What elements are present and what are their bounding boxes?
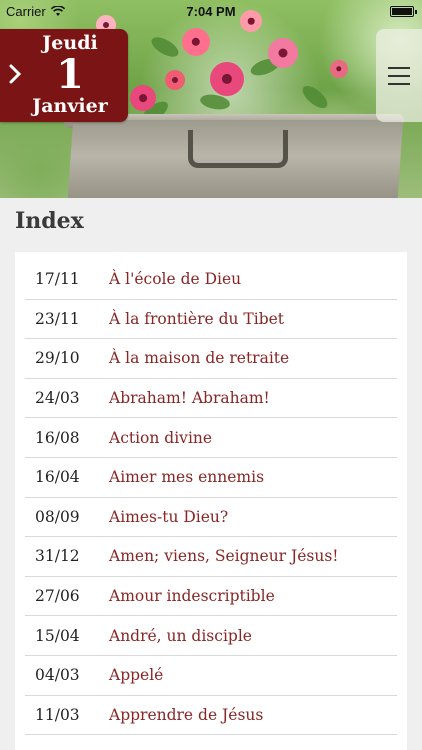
index-row-date: 27/06 bbox=[35, 587, 80, 606]
index-row-title[interactable]: Amen; viens, Seigneur Jésus! bbox=[109, 547, 339, 565]
index-row-date: 24/03 bbox=[35, 389, 80, 408]
index-row[interactable]: 08/09 Aimes-tu Dieu? bbox=[25, 498, 397, 538]
index-row[interactable]: 11/03 Apprendre de Jésus bbox=[25, 696, 397, 736]
index-row-title[interactable]: Action divine bbox=[109, 429, 212, 447]
index-row-date: 31/12 bbox=[35, 547, 80, 566]
index-row-title[interactable]: Abraham! Abraham! bbox=[109, 389, 270, 407]
index-list: 17/11 À l'école de Dieu 23/11 À la frontièr… bbox=[15, 252, 407, 736]
index-row-title[interactable]: Aimer mes ennemis bbox=[109, 468, 264, 486]
carrier-label: Carrier bbox=[6, 3, 46, 19]
menu-button[interactable] bbox=[376, 29, 422, 122]
index-row-date: 08/09 bbox=[35, 507, 80, 526]
index-row-title[interactable]: À la maison de retraite bbox=[109, 349, 289, 367]
index-row[interactable]: 23/11 À la frontière du Tibet bbox=[25, 300, 397, 340]
date-badge[interactable]: Jeudi 1 Janvier bbox=[0, 29, 128, 122]
index-row[interactable]: 29/10 À la maison de retraite bbox=[25, 339, 397, 379]
page-title: Index bbox=[15, 208, 84, 234]
index-row-date: 04/03 bbox=[35, 666, 80, 685]
index-row[interactable]: 17/11 À l'école de Dieu bbox=[25, 260, 397, 300]
index-row-date: 17/11 bbox=[35, 270, 80, 289]
index-row[interactable]: 27/06 Amour indescriptible bbox=[25, 577, 397, 617]
wifi-icon bbox=[50, 5, 65, 16]
index-row[interactable]: 24/03 Abraham! Abraham! bbox=[25, 379, 397, 419]
date-month: Janvier bbox=[32, 95, 108, 117]
index-row[interactable]: 04/03 Appelé bbox=[25, 656, 397, 696]
index-row-title[interactable]: Appelé bbox=[109, 666, 163, 684]
index-row-date: 29/10 bbox=[35, 349, 80, 368]
index-row-title[interactable]: Amour indescriptible bbox=[109, 587, 275, 605]
index-row-title[interactable]: Apprendre de Jésus bbox=[109, 706, 263, 724]
index-row[interactable]: 16/08 Action divine bbox=[25, 418, 397, 458]
index-row-date: 15/04 bbox=[35, 626, 80, 645]
index-row-title[interactable]: André, un disciple bbox=[109, 627, 252, 645]
index-row[interactable]: 15/04 André, un disciple bbox=[25, 616, 397, 656]
index-row-title[interactable]: À l'école de Dieu bbox=[109, 270, 241, 288]
date-day: 1 bbox=[56, 51, 84, 98]
index-row-date: 11/03 bbox=[35, 705, 80, 724]
index-row-date: 23/11 bbox=[35, 309, 80, 328]
index-panel: 17/11 À l'école de Dieu 23/11 À la frontièr… bbox=[15, 252, 407, 750]
index-row-title[interactable]: Aimes-tu Dieu? bbox=[109, 508, 228, 526]
index-row-title[interactable]: À la frontière du Tibet bbox=[109, 310, 284, 328]
index-row-date: 16/04 bbox=[35, 468, 80, 487]
status-bar: Carrier 7:04 PM bbox=[0, 0, 422, 22]
index-row[interactable]: 31/12 Amen; viens, Seigneur Jésus! bbox=[25, 537, 397, 577]
hamburger-menu-icon[interactable] bbox=[388, 66, 410, 85]
index-row-date: 16/08 bbox=[35, 428, 80, 447]
battery-icon bbox=[390, 5, 417, 17]
index-row[interactable]: 16/04 Aimer mes ennemis bbox=[25, 458, 397, 498]
